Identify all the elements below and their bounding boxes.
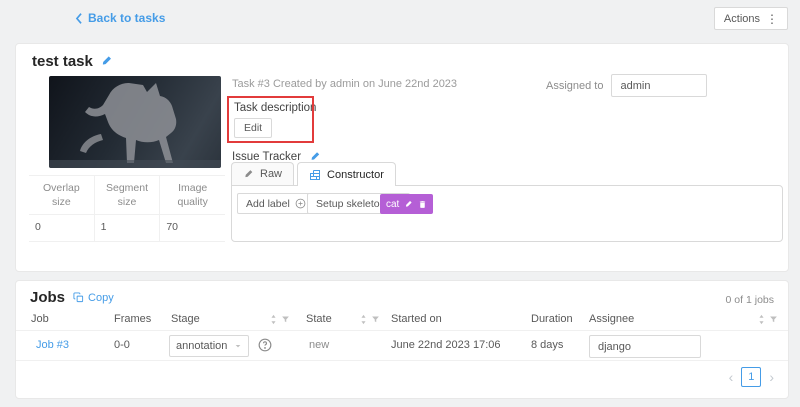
job-link[interactable]: Job #3 [36, 339, 69, 351]
param-value-quality: 70 [166, 221, 179, 234]
chevron-down-icon [234, 342, 242, 350]
task-params-table: Overlap size Segment size Image quality … [29, 175, 226, 243]
job-assignee-input[interactable] [589, 335, 701, 358]
prev-page-icon[interactable]: ‹ [729, 370, 734, 384]
param-value-overlap: 0 [29, 215, 95, 242]
task-description-label: Task description [234, 102, 317, 114]
col-duration: Duration [531, 313, 573, 325]
back-to-tasks-link[interactable]: Back to tasks [75, 11, 165, 25]
task-title: test task [32, 53, 93, 70]
copy-icon [73, 292, 84, 303]
setup-skeleton-text: Setup skeleton [316, 197, 386, 210]
job-frames: 0-0 [114, 339, 130, 351]
next-page-icon[interactable]: › [769, 370, 774, 384]
tab-raw-label: Raw [260, 168, 283, 180]
param-header-quality: Image quality [160, 176, 226, 216]
label-chip-text: cat [386, 198, 400, 210]
jobs-card: Jobs Copy 0 of 1 jobs Job Frames Stage S… [15, 280, 789, 399]
more-vertical-icon: ⋮ [766, 11, 778, 26]
actions-label: Actions [723, 12, 760, 25]
stage-select-value: annotation [176, 340, 228, 352]
stage-help-icon[interactable] [258, 338, 272, 352]
add-label-button[interactable]: Add label [237, 193, 315, 214]
task-meta-text: Task #3 Created by admin on June 22nd 20… [232, 78, 458, 90]
filter-state-icon[interactable] [371, 315, 380, 324]
task-preview-image [49, 76, 221, 168]
jobs-pagination: ‹ 1 › [729, 367, 774, 387]
tab-constructor[interactable]: Constructor [297, 162, 396, 186]
param-value-segment: 1 [95, 215, 161, 242]
page-number-button[interactable]: 1 [741, 367, 762, 387]
stage-select[interactable]: annotation [169, 335, 249, 357]
plus-circle-icon [295, 198, 306, 209]
jobs-title: Jobs [30, 289, 66, 306]
label-chip-cat[interactable]: cat [380, 194, 434, 214]
col-assignee: Assignee [589, 313, 635, 325]
filter-stage-icon[interactable] [281, 315, 290, 324]
assigned-to-label: Assigned to [546, 79, 604, 92]
pencil-icon [243, 169, 254, 180]
col-job: Job [31, 313, 49, 325]
tab-constructor-label: Constructor [327, 168, 384, 181]
task-details-card: test task Overlap size Segment size Imag… [15, 43, 789, 272]
delete-label-trash-icon[interactable] [418, 200, 427, 209]
edit-title-pencil-icon[interactable] [100, 55, 113, 68]
sort-assignee-icon[interactable] [758, 314, 765, 325]
copy-jobs-link[interactable]: Copy [73, 292, 114, 304]
jobs-count: 0 of 1 jobs [725, 294, 774, 306]
edit-label-pencil-icon[interactable] [404, 200, 413, 209]
actions-button[interactable]: Actions ⋮ [713, 7, 788, 30]
job-row: Job #3 0-0 annotation new June 22nd 2023… [16, 331, 788, 361]
chevron-left-icon [75, 12, 83, 24]
labels-constructor-panel: Add label Setup skeleton cat [231, 185, 783, 242]
cat-silhouette [49, 83, 221, 168]
task-assignee-input[interactable] [611, 74, 708, 97]
sort-state-icon[interactable] [360, 314, 367, 325]
job-state: new [309, 339, 330, 351]
add-label-text: Add label [246, 197, 290, 210]
param-header-overlap: Overlap size [29, 176, 95, 216]
col-state: State [306, 313, 332, 325]
back-to-tasks-label: Back to tasks [88, 11, 166, 25]
col-started-on: Started on [391, 313, 442, 325]
copy-label: Copy [88, 291, 114, 304]
build-icon [309, 169, 321, 181]
col-frames: Frames [114, 313, 152, 325]
job-duration: 8 days [531, 339, 564, 351]
filter-assignee-icon[interactable] [769, 315, 778, 324]
edit-description-button[interactable]: Edit [234, 118, 273, 138]
param-header-segment: Segment size [94, 176, 161, 216]
col-stage: Stage [171, 313, 200, 325]
job-started-on: June 22nd 2023 17:06 [391, 339, 501, 351]
jobs-table-header: Job Frames Stage State Started on Durati… [16, 309, 788, 331]
sort-stage-icon[interactable] [270, 314, 277, 325]
tab-raw[interactable]: Raw [231, 162, 295, 185]
